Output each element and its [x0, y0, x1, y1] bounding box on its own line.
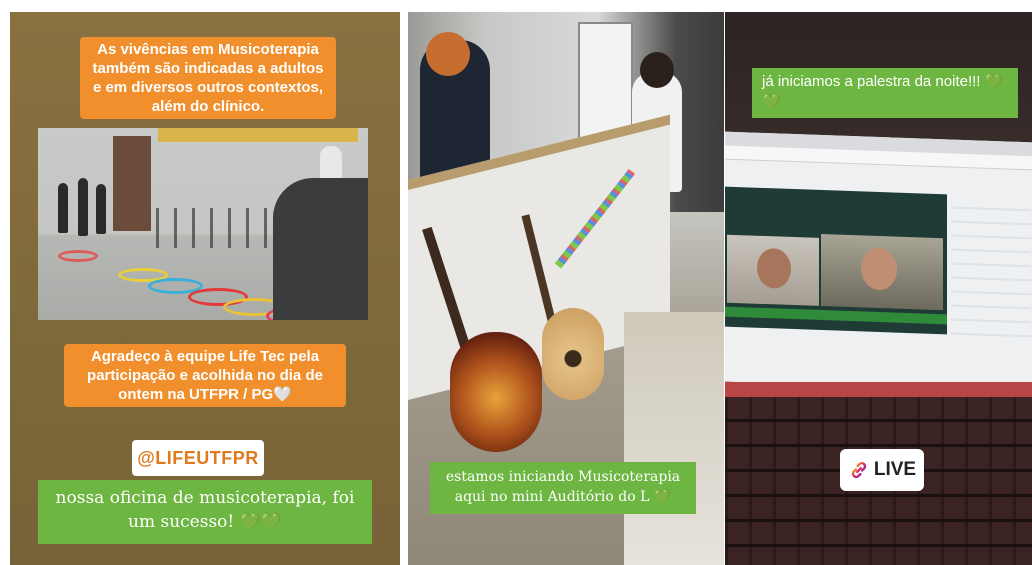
event-banner: [725, 306, 947, 325]
person: [96, 184, 106, 234]
mention-tag[interactable]: @LIFEUTFPR: [132, 440, 264, 476]
person: [78, 178, 88, 236]
participant-face: [757, 247, 791, 289]
presenter-head: [426, 32, 470, 76]
participant-cam: [821, 233, 943, 311]
participant-cam: [727, 234, 819, 306]
green-caption: já iniciamos a palestra da noite!!! 💚💚: [752, 68, 1018, 118]
story-panel-lecture: já iniciamos a palestra da noite!!! 💚💚 L…: [725, 12, 1032, 565]
acoustic-guitar: [542, 308, 604, 400]
live-label: LIVE: [873, 459, 917, 480]
assistant-head: [640, 52, 674, 88]
chat-sidebar: [951, 194, 1031, 348]
floor-hoop: [58, 250, 98, 262]
live-sticker[interactable]: LIVE: [840, 449, 924, 491]
green-caption: estamos iniciando Musicoterapia aqui no …: [430, 462, 696, 514]
link-icon: [851, 461, 867, 479]
floor: [624, 312, 724, 565]
green-caption: nossa oficina de musicoterapia, foi um s…: [38, 480, 372, 544]
window-strip: [158, 128, 358, 142]
caption-middle: Agradeço à equipe Life Tec pela particip…: [64, 344, 346, 407]
door: [113, 136, 151, 231]
caption-top: As vivências em Musicoterapia também são…: [80, 37, 336, 119]
chairs: [156, 208, 286, 248]
sunburst-guitar: [450, 332, 542, 452]
laptop-edge: [725, 382, 1032, 398]
participant-face: [861, 247, 897, 291]
person: [58, 183, 68, 233]
laptop-screen: [725, 131, 1032, 393]
foreground-person: [273, 178, 368, 320]
story-panel-workshop: As vivências em Musicoterapia também são…: [10, 12, 400, 565]
story-panel-auditorium: estamos iniciando Musicoterapia aqui no …: [408, 12, 724, 565]
video-call: [725, 186, 947, 335]
workshop-photo: [38, 128, 368, 320]
